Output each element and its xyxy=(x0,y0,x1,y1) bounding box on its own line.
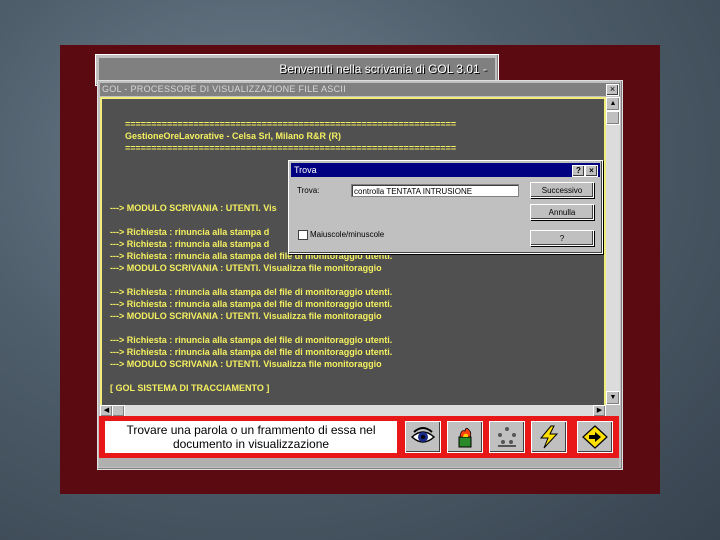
case-sensitive-checkbox[interactable] xyxy=(298,230,308,240)
arrow-right-icon xyxy=(582,425,608,449)
log-line: ---> Richiesta : rinuncia alla stampa d xyxy=(110,239,270,249)
lightning-icon xyxy=(539,425,559,449)
log-line: GestioneOreLavorative - Celsa Srl, Milan… xyxy=(125,131,342,141)
log-line: ---> MODULO SCRIVANIA : UTENTI. Vis xyxy=(110,203,277,213)
log-line: ========================================… xyxy=(125,143,457,153)
background-titlebar: Benvenuti nella scrivania di GOL 3.01 - xyxy=(99,58,495,80)
find-input[interactable]: controlla TENTATA INTRUSIONE xyxy=(351,184,519,197)
log-line: ---> MODULO SCRIVANIA : UTENTI. Visualiz… xyxy=(110,311,382,321)
cancel-button[interactable]: Annulla xyxy=(530,204,594,220)
status-bar xyxy=(99,458,619,467)
eye-icon xyxy=(410,427,436,443)
find-label: Trova: xyxy=(297,186,320,195)
viewer-close-button[interactable]: × xyxy=(606,84,619,96)
find-dialog-title: Trova xyxy=(291,163,600,177)
next-arrow-button[interactable] xyxy=(577,421,613,453)
scroll-down-button[interactable]: ▼ xyxy=(606,391,620,405)
vertical-scroll-thumb[interactable] xyxy=(606,111,620,125)
find-eye-button[interactable] xyxy=(405,421,441,453)
dialog-close-icon[interactable]: × xyxy=(585,165,598,177)
log-line: ---> Richiesta : rinuncia alla stampa d xyxy=(110,227,270,237)
log-line: [ GOL SISTEMA DI TRACCIAMENTO ] xyxy=(110,383,270,393)
flame-button[interactable] xyxy=(447,421,483,453)
bottom-toolbar: Trovare una parola o un frammento di ess… xyxy=(99,416,619,458)
lightning-button[interactable] xyxy=(531,421,567,453)
people-icon xyxy=(498,427,516,447)
next-button[interactable]: Successivo xyxy=(530,182,594,198)
ascii-viewer-window: GOL - PROCESSORE DI VISUALIZZAZIONE FILE… xyxy=(97,80,623,470)
find-dialog: Trova ? × Trova: controlla TENTATA INTRU… xyxy=(288,160,603,254)
viewer-titlebar: GOL - PROCESSORE DI VISUALIZZAZIONE FILE… xyxy=(100,83,620,96)
flame-icon xyxy=(458,427,472,448)
log-line: ---> Richiesta : rinuncia alla stampa de… xyxy=(110,299,393,309)
background-window-title: Benvenuti nella scrivania di GOL 3.01 - xyxy=(279,62,487,76)
toolbar-hint-text: Trovare una parola o un frammento di ess… xyxy=(105,421,397,453)
log-line: ---> Richiesta : rinuncia alla stampa de… xyxy=(110,335,393,345)
vertical-scrollbar[interactable]: ▲ ▼ xyxy=(606,97,620,405)
log-line: ========================================… xyxy=(125,119,457,129)
log-line: ---> MODULO SCRIVANIA : UTENTI. Visualiz… xyxy=(110,263,382,273)
people-button[interactable] xyxy=(489,421,525,453)
log-line: ---> Richiesta : rinuncia alla stampa de… xyxy=(110,287,393,297)
scroll-up-button[interactable]: ▲ xyxy=(606,97,620,111)
log-line: ---> MODULO SCRIVANIA : UTENTI. Visualiz… xyxy=(110,359,382,369)
help-button[interactable]: ? xyxy=(530,230,594,246)
log-line: ---> Richiesta : rinuncia alla stampa de… xyxy=(110,347,393,357)
case-sensitive-label: Maiuscole/minuscole xyxy=(310,230,385,239)
dialog-help-icon[interactable]: ? xyxy=(572,165,585,177)
